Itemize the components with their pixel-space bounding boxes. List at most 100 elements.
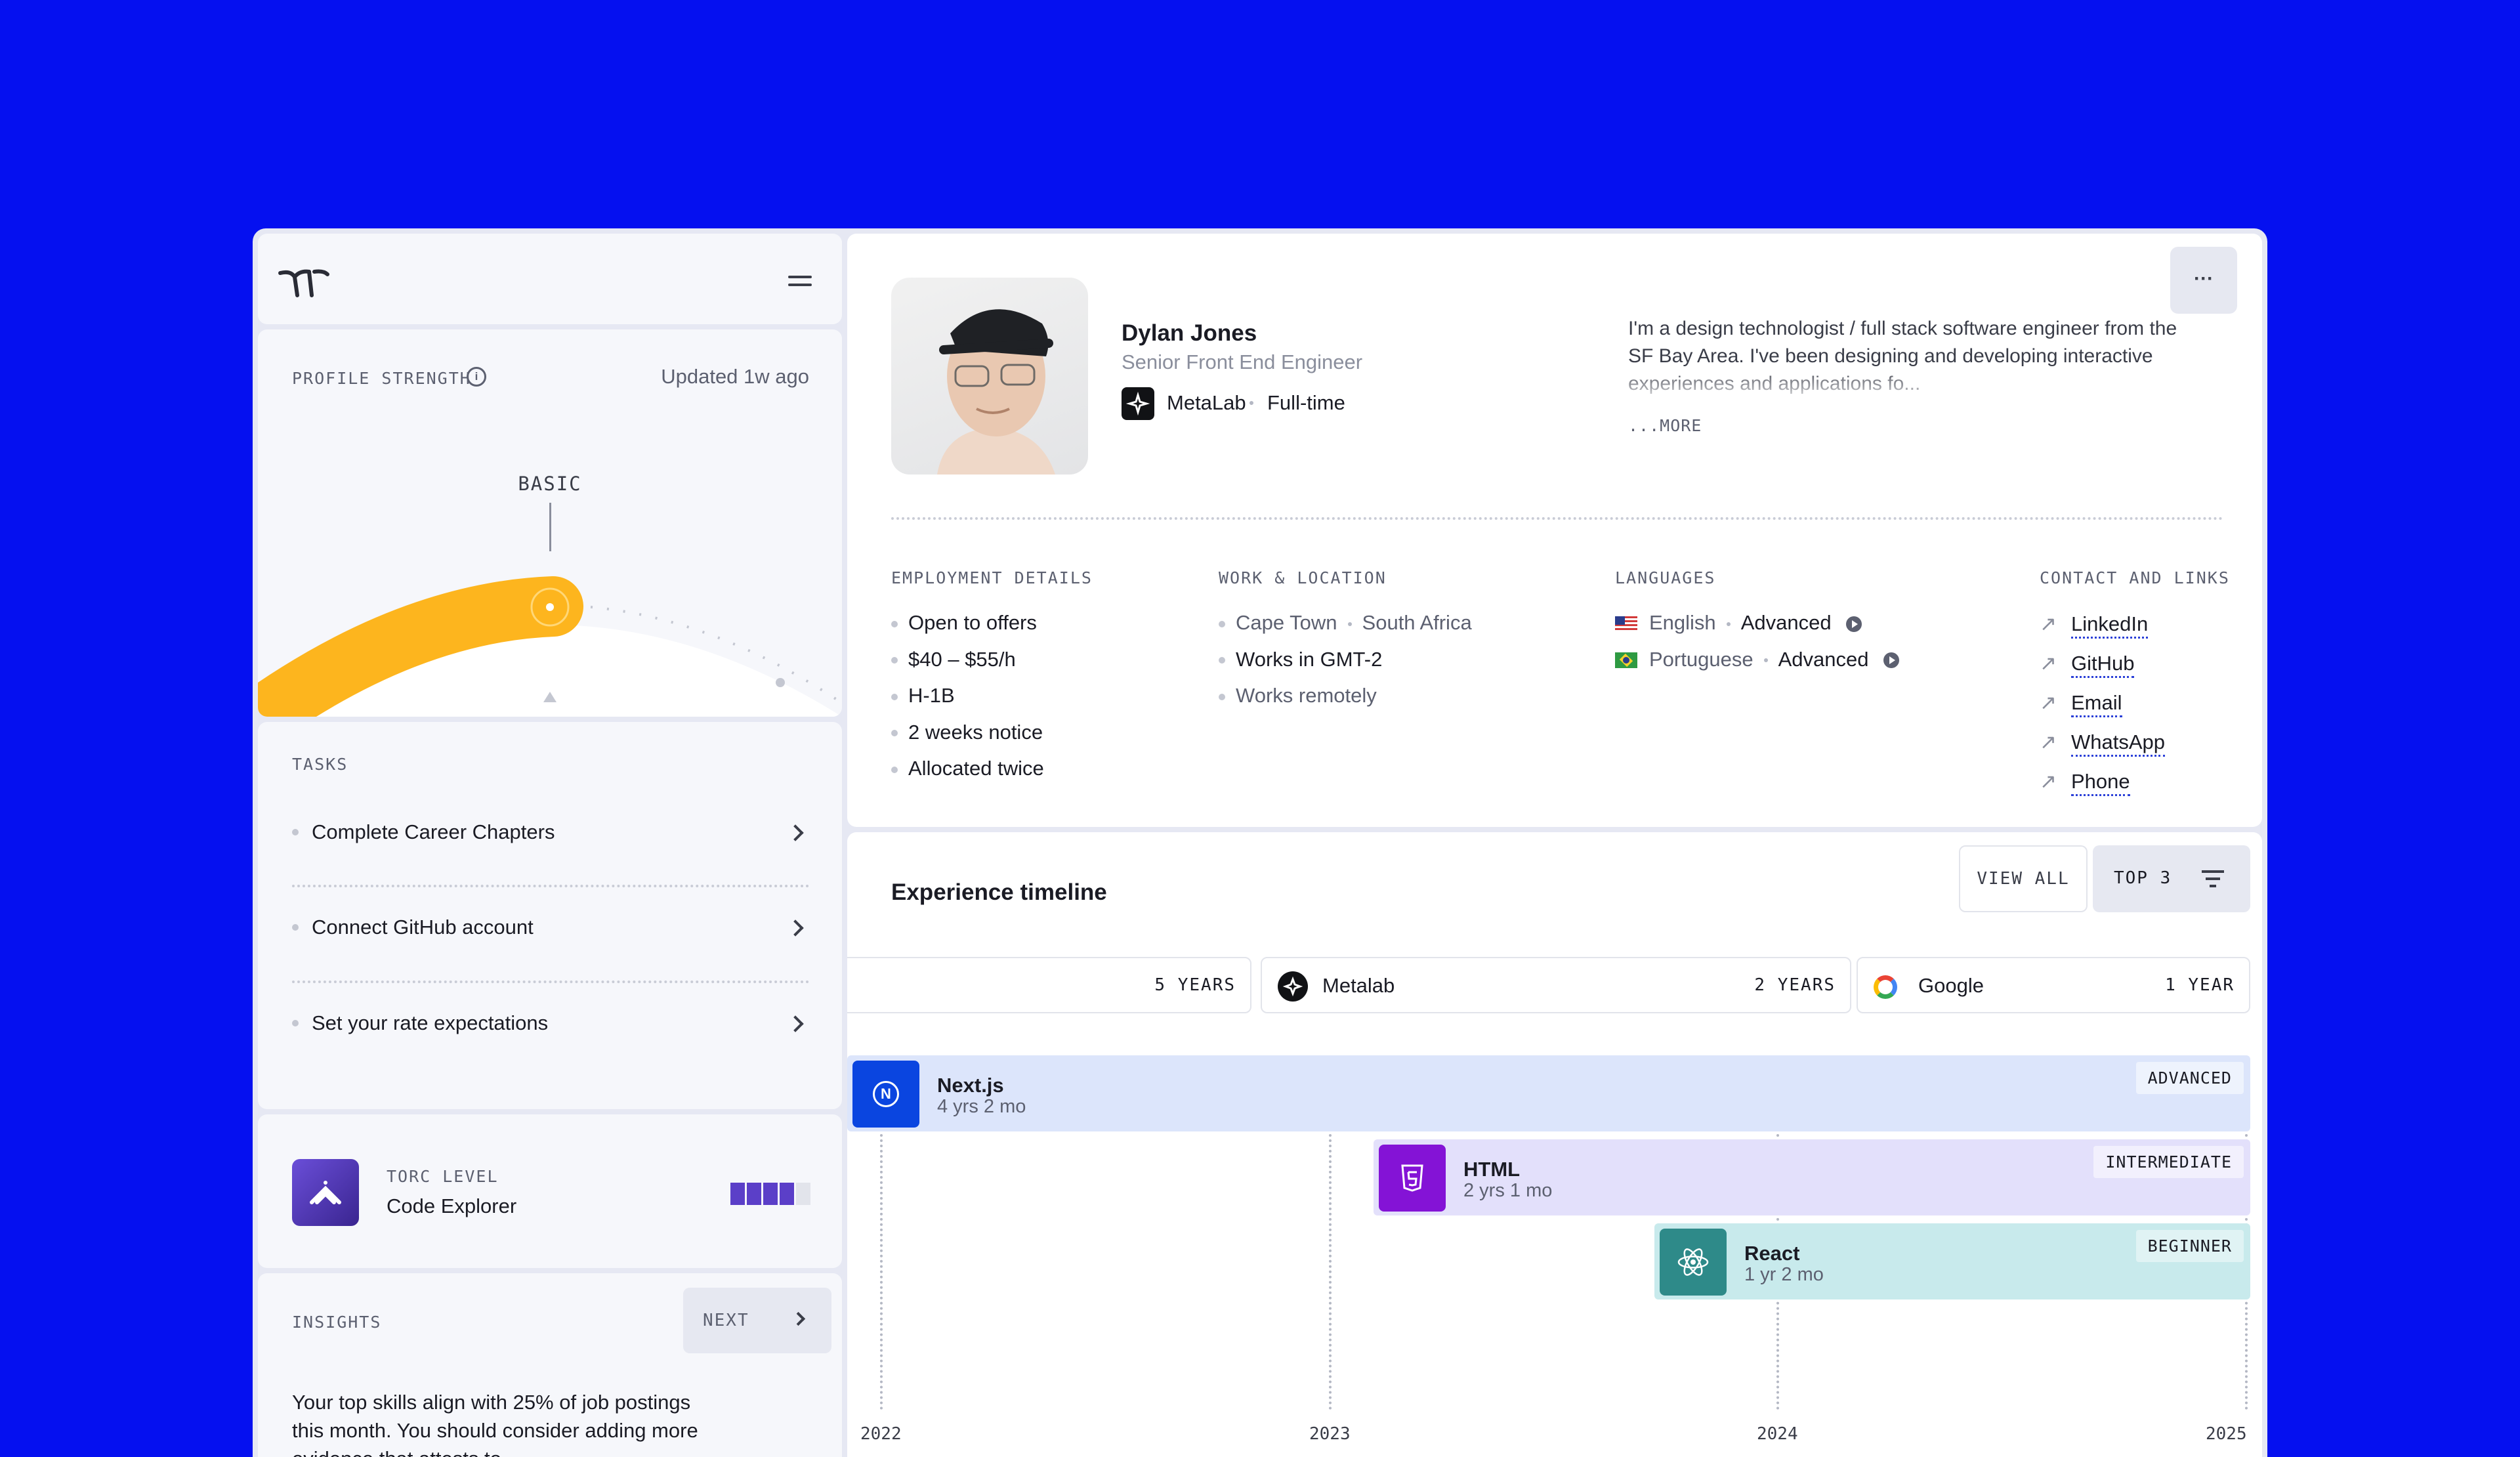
contact-links-label: CONTACT AND LINKS (2040, 568, 2230, 587)
skill-bar-react[interactable]: React 1 yr 2 mo BEGINNER (1654, 1223, 2250, 1299)
contact-link[interactable]: ↗ Phone (2040, 762, 2165, 801)
profile-bio: I'm a design technologist / full stack s… (1628, 318, 2177, 394)
contact-link[interactable]: ↗ WhatsApp (2040, 723, 2165, 762)
task-label: Connect GitHub account (312, 916, 534, 939)
torc-level-card[interactable]: TORC LEVEL Code Explorer (258, 1114, 842, 1268)
insights-label: INSIGHTS (292, 1313, 382, 1332)
insights-text: Your top skills align with 25% of job po… (292, 1391, 698, 1457)
torc-logo-icon[interactable] (278, 268, 337, 298)
list-item: Cape Town South Africa (1219, 604, 1472, 641)
contact-link[interactable]: ↗ Email (2040, 683, 2165, 723)
employment-details-label: EMPLOYMENT DETAILS (891, 568, 1093, 587)
play-audio-icon[interactable] (1846, 616, 1862, 632)
avatar[interactable] (891, 278, 1088, 475)
view-all-label: VIEW ALL (1977, 869, 2070, 889)
skill-bar-nextjs[interactable]: N Next.js 4 yrs 2 mo ADVANCED (847, 1055, 2250, 1131)
list-item: H-1B (891, 677, 1044, 714)
insights-next-button[interactable]: NEXT (683, 1288, 831, 1353)
year-label: 2022 (860, 1424, 902, 1444)
us-flag-icon (1615, 616, 1637, 632)
skill-duration: 2 yrs 1 mo (1463, 1180, 1553, 1201)
chevron-right-icon (787, 824, 804, 841)
employment-details-list: Open to offers $40 – $55/h H-1B 2 weeks … (891, 604, 1044, 787)
year-label: 2025 (2206, 1424, 2247, 1444)
company-chip[interactable]: 5 YEARS (847, 957, 1251, 1013)
company-duration: 1 YEAR (2165, 975, 2235, 995)
next-button-label: NEXT (703, 1311, 749, 1330)
top-filter-label: TOP 3 (2114, 868, 2172, 888)
metalab-logo-icon (1278, 971, 1308, 1002)
tasks-card: TASKS Complete Career Chapters Connect G… (258, 722, 842, 1109)
year-gridline (1329, 1134, 1332, 1410)
task-bullet (292, 924, 299, 931)
chevron-right-icon (787, 1015, 804, 1032)
nextjs-icon: N (852, 1061, 919, 1128)
list-item: Open to offers (891, 604, 1044, 641)
language-item: English Advanced (1615, 604, 1899, 641)
task-item[interactable]: Connect GitHub account (292, 916, 809, 961)
year-label: 2024 (1757, 1424, 1798, 1444)
list-item: Works remotely (1219, 677, 1472, 714)
bio-more-link[interactable]: ...MORE (1628, 416, 1702, 435)
profile-title: Senior Front End Engineer (1122, 350, 1363, 373)
skill-name: HTML (1463, 1158, 1521, 1181)
task-bullet (292, 829, 299, 835)
skill-duration: 4 yrs 2 mo (937, 1096, 1026, 1117)
arrow-up-right-icon: ↗ (2040, 770, 2057, 793)
profile-strength-card: PROFILE STRENGTH i Updated 1w ago BASIC (258, 329, 842, 717)
brazil-flag-icon (1615, 652, 1637, 669)
year-label: 2023 (1309, 1424, 1351, 1444)
skill-bar-html[interactable]: HTML 2 yrs 1 mo INTERMEDIATE (1374, 1139, 2250, 1215)
skill-name: React (1744, 1242, 1800, 1265)
torc-level-segment (730, 1183, 745, 1205)
tasks-label: TASKS (292, 755, 348, 774)
task-item[interactable]: Complete Career Chapters (292, 820, 809, 866)
torc-level-segment (763, 1183, 778, 1205)
top-filter-button[interactable]: TOP 3 (2093, 845, 2250, 912)
task-item[interactable]: Set your rate expectations (292, 1011, 809, 1057)
torc-level-label: TORC LEVEL (387, 1167, 499, 1186)
arrow-up-right-icon: ↗ (2040, 612, 2057, 635)
company-name: Google (1918, 974, 1984, 997)
arrow-up-right-icon: ↗ (2040, 691, 2057, 714)
google-logo-icon (1874, 975, 1897, 999)
profile-card: Dylan Jones Senior Front End Engineer Me… (847, 234, 2262, 827)
skill-level-badge: BEGINNER (2135, 1230, 2244, 1262)
work-location-label: WORK & LOCATION (1219, 568, 1387, 587)
insights-card: INSIGHTS NEXT Your top skills align with… (258, 1273, 842, 1457)
company-duration: 5 YEARS (1154, 975, 1236, 995)
more-options-button[interactable]: ··· (2170, 247, 2237, 314)
profile-name: Dylan Jones (1122, 320, 1257, 346)
task-label: Complete Career Chapters (312, 820, 555, 843)
timeline-title: Experience timeline (891, 879, 1107, 905)
profile-company[interactable]: MetaLab (1167, 391, 1246, 415)
company-logo-icon (1122, 387, 1154, 420)
contact-link[interactable]: ↗ GitHub (2040, 644, 2165, 683)
skill-level-badge: ADVANCED (2135, 1062, 2244, 1094)
list-item: 2 weeks notice (891, 714, 1044, 751)
chevron-right-icon (787, 919, 804, 937)
torc-level-segment (796, 1183, 810, 1205)
sidebar-header (258, 234, 842, 324)
play-audio-icon[interactable] (1883, 652, 1900, 669)
company-chip[interactable]: Google 1 YEAR (1857, 957, 2250, 1013)
year-gridline (880, 1134, 883, 1410)
arrow-up-right-icon: ↗ (2040, 730, 2057, 753)
contact-link[interactable]: ↗ LinkedIn (2040, 604, 2165, 644)
profile-employment-type: Full-time (1267, 391, 1345, 414)
list-item: Allocated twice (891, 750, 1044, 787)
react-icon (1660, 1229, 1727, 1296)
company-chip[interactable]: Metalab 2 YEARS (1261, 957, 1851, 1013)
skill-name: Next.js (937, 1074, 1004, 1097)
experience-timeline-card: Experience timeline VIEW ALL TOP 3 5 YEA… (847, 832, 2262, 1457)
torc-level-segment (780, 1183, 794, 1205)
view-all-button[interactable]: VIEW ALL (1959, 845, 2088, 912)
info-icon[interactable]: i (467, 367, 486, 387)
torc-level-segment (747, 1183, 761, 1205)
hamburger-menu-icon[interactable] (788, 276, 812, 289)
languages-label: LANGUAGES (1615, 568, 1716, 587)
task-label: Set your rate expectations (312, 1011, 549, 1034)
torc-level-badge-icon (292, 1159, 359, 1226)
skill-level-badge: INTERMEDIATE (2093, 1146, 2244, 1178)
work-location-list: Cape Town South Africa Works in GMT-2 Wor… (1219, 604, 1472, 714)
